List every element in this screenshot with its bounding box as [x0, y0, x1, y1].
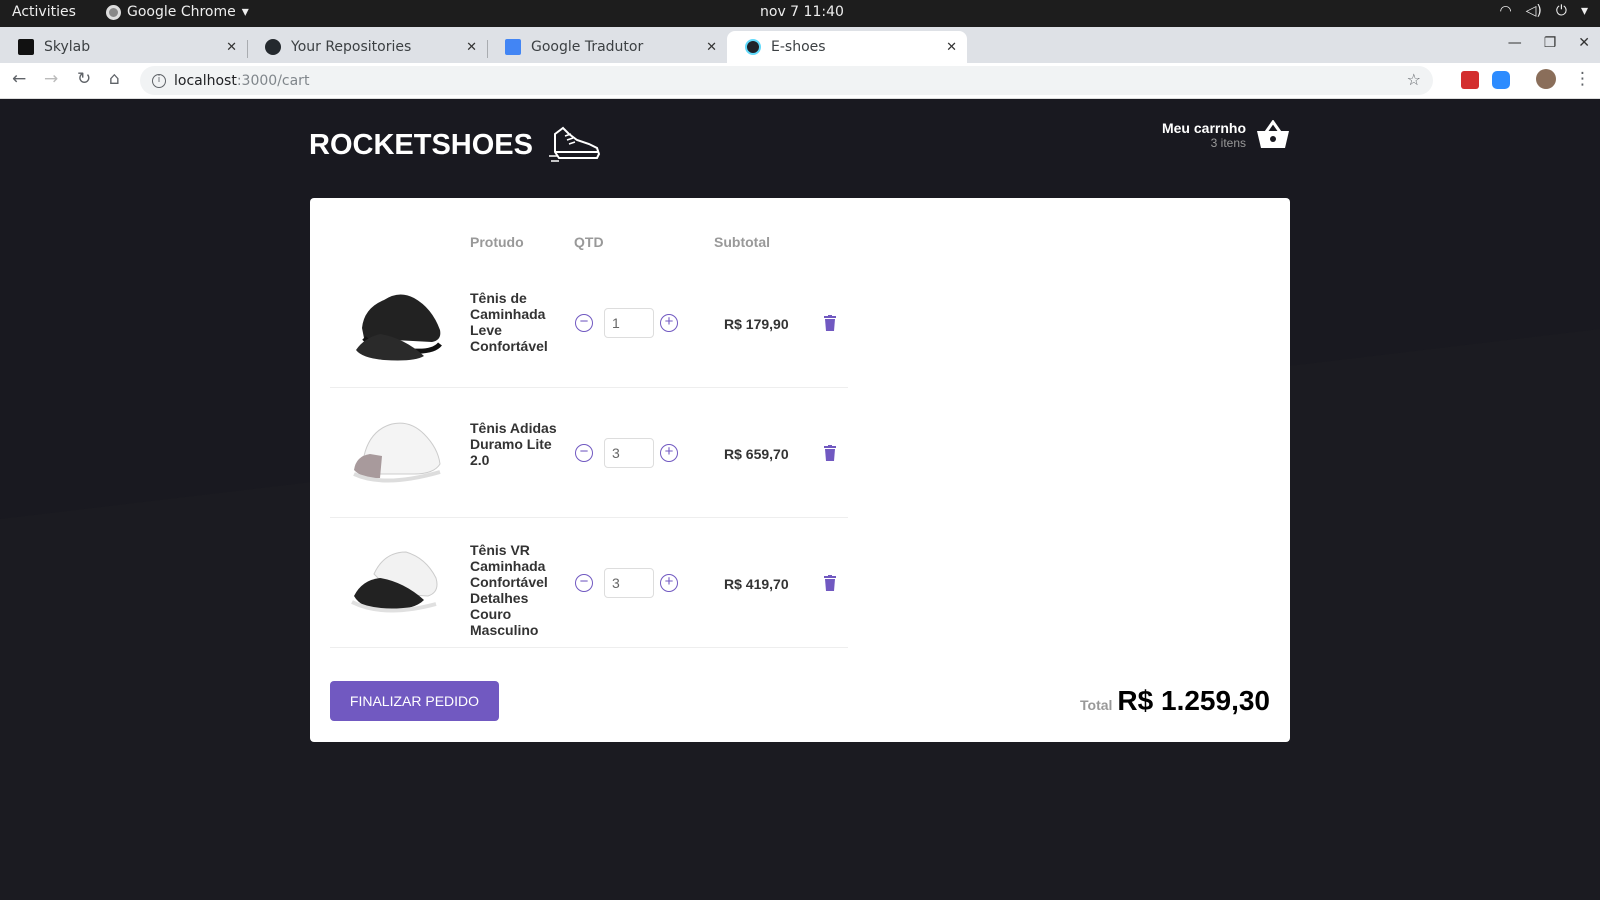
volume-icon: ◁): [1525, 3, 1542, 19]
quantity-input[interactable]: 1: [604, 308, 654, 338]
cart-link[interactable]: Meu carrnho 3 itens: [1162, 120, 1290, 150]
tab-title: Skylab: [44, 39, 91, 55]
close-icon[interactable]: ✕: [466, 40, 477, 55]
item-subtotal: R$ 179,90: [724, 316, 789, 332]
close-icon[interactable]: ✕: [946, 40, 957, 55]
chrome-icon: [106, 4, 121, 20]
reload-icon[interactable]: ↻: [77, 69, 91, 89]
profile-avatar[interactable]: [1536, 69, 1556, 89]
close-icon[interactable]: ✕: [706, 40, 717, 55]
cart-count: 3 itens: [1210, 136, 1246, 150]
cart-item-row: Tênis Adidas Duramo Lite 2.0 − 3 + R$ 65…: [330, 388, 848, 518]
total-value: R$ 1.259,30: [1117, 685, 1270, 716]
google-translate-icon: [505, 39, 521, 55]
product-image: [356, 294, 442, 361]
sneaker-icon: [548, 126, 601, 162]
restore-icon[interactable]: ❐: [1544, 35, 1557, 51]
column-header-qty: QTD: [574, 234, 604, 250]
wifi-icon: ◠: [1499, 3, 1512, 19]
tab-skylab[interactable]: Skylab ✕: [0, 31, 247, 63]
product-name: Tênis de Caminhada Leve Confortável: [470, 290, 548, 354]
more-menu-icon[interactable]: ⋮: [1574, 69, 1591, 89]
cart-container: Protudo QTD Subtotal Tênis de Caminhada …: [310, 198, 1290, 742]
back-icon[interactable]: ←: [12, 69, 26, 89]
shopping-basket-icon: [1257, 120, 1289, 148]
window-controls: — ❐ ✕: [1508, 35, 1590, 51]
extension-icon[interactable]: [1461, 71, 1479, 89]
cart-title: Meu carrnho: [1161, 120, 1246, 136]
trash-icon[interactable]: [824, 315, 836, 331]
zoom-extension-icon[interactable]: [1492, 71, 1510, 89]
increment-button[interactable]: +: [660, 574, 678, 592]
quantity-input[interactable]: 3: [604, 438, 654, 468]
forward-icon[interactable]: →: [44, 69, 58, 89]
cart-total: Total R$ 1.259,30: [1080, 685, 1270, 717]
clock[interactable]: nov 7 11:40: [760, 4, 844, 20]
system-top-bar: Activities Google Chrome ▾ nov 7 11:40 ◠…: [0, 0, 1600, 27]
minimize-icon[interactable]: —: [1508, 35, 1522, 51]
decrement-button[interactable]: −: [575, 444, 593, 462]
activities-button[interactable]: Activities: [12, 4, 76, 20]
skylab-icon: [18, 39, 34, 55]
item-subtotal: R$ 419,70: [724, 576, 789, 592]
react-icon: [745, 39, 761, 55]
cart-item-row: Tênis de Caminhada Leve Confortável − 1 …: [330, 258, 848, 388]
page-content: ROCKETSHOES Meu carrnho 3 itens Protudo …: [0, 99, 1600, 900]
info-icon[interactable]: i: [152, 73, 166, 88]
chevron-down-icon: ▾: [241, 4, 249, 20]
logo[interactable]: ROCKETSHOES: [309, 126, 601, 164]
tab-strip: Skylab ✕ Your Repositories ✕ Google Trad…: [0, 27, 1600, 84]
tab-google-tradutor[interactable]: Google Tradutor ✕: [487, 31, 727, 63]
github-icon: [265, 39, 281, 55]
trash-icon[interactable]: [824, 575, 836, 591]
address-bar[interactable]: i localhost:3000/cart ☆: [140, 66, 1433, 95]
decrement-button[interactable]: −: [575, 314, 593, 332]
checkout-button[interactable]: FINALIZAR PEDIDO: [330, 681, 499, 721]
tab-your-repositories[interactable]: Your Repositories ✕: [247, 31, 487, 63]
product-image: [351, 551, 438, 613]
increment-button[interactable]: +: [660, 314, 678, 332]
cart-item-row: Tênis VR Caminhada Confortável Detalhes …: [330, 518, 848, 648]
tab-title: Your Repositories: [291, 39, 412, 55]
quantity-input[interactable]: 3: [604, 568, 654, 598]
close-window-icon[interactable]: ✕: [1578, 35, 1590, 51]
tab-title: Google Tradutor: [531, 39, 644, 55]
total-label: Total: [1080, 697, 1113, 713]
home-icon[interactable]: ⌂: [109, 69, 120, 89]
product-name: Tênis VR Caminhada Confortável Detalhes …: [470, 542, 548, 638]
cart-summary: Meu carrnho 3 itens: [1162, 120, 1246, 150]
bookmark-star-icon[interactable]: ☆: [1407, 70, 1421, 89]
close-icon[interactable]: ✕: [226, 40, 237, 55]
url-host: localhost: [174, 72, 237, 89]
url-path: :3000/cart: [236, 72, 310, 89]
product-image: [353, 422, 441, 483]
browser-toolbar: ← → ↻ ⌂ i localhost:3000/cart ☆: [0, 63, 1600, 99]
decrement-button[interactable]: −: [575, 574, 593, 592]
tab-title: E-shoes: [771, 39, 826, 55]
column-header-subtotal: Subtotal: [714, 234, 770, 250]
increment-button[interactable]: +: [660, 444, 678, 462]
item-subtotal: R$ 659,70: [724, 446, 789, 462]
tab-e-shoes[interactable]: E-shoes ✕: [727, 31, 967, 63]
app-menu-label: Google Chrome: [127, 4, 236, 20]
trash-icon[interactable]: [824, 445, 836, 461]
system-tray[interactable]: ◠ ◁) ⏻ ▾: [1499, 3, 1588, 19]
product-name: Tênis Adidas Duramo Lite 2.0: [470, 420, 557, 468]
logo-text: ROCKETSHOES: [309, 128, 533, 161]
column-header-product: Protudo: [470, 234, 524, 250]
app-menu[interactable]: Google Chrome ▾: [106, 4, 249, 20]
row-divider: [330, 647, 848, 648]
chevron-down-icon: ▾: [1580, 3, 1588, 19]
power-icon: ⏻: [1555, 3, 1567, 19]
